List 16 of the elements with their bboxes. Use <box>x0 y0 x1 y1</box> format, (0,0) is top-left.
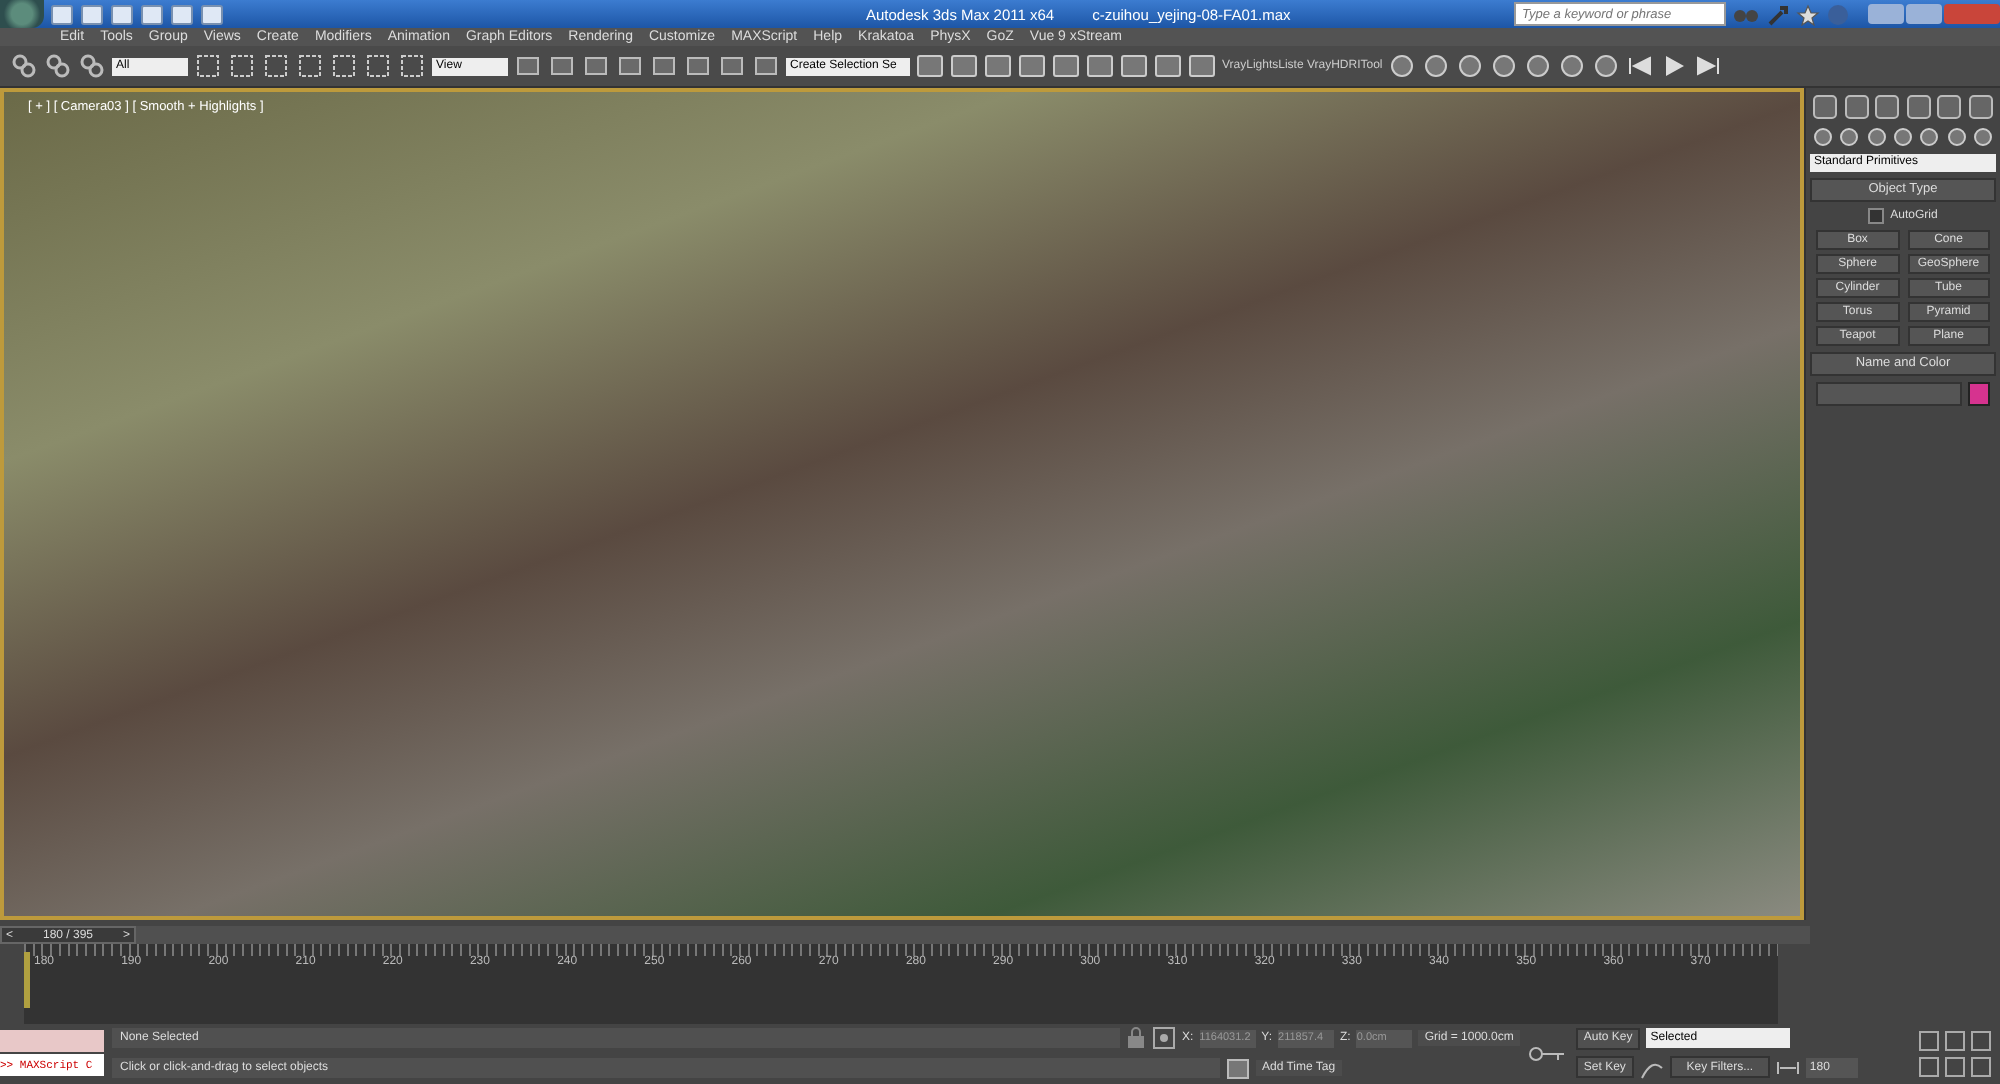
play-icon[interactable] <box>1660 52 1689 80</box>
lock-icon[interactable] <box>1126 1026 1146 1050</box>
bind-icon[interactable] <box>78 52 106 80</box>
color-swatch[interactable] <box>1968 382 1990 406</box>
select-object-icon[interactable] <box>194 52 222 80</box>
go-to-end-icon[interactable] <box>1694 52 1723 80</box>
star-icon[interactable] <box>1796 3 1820 25</box>
name-field[interactable] <box>1816 382 1962 406</box>
current-frame-marker <box>24 952 30 1008</box>
maxscript-listener-field[interactable] <box>0 1030 104 1052</box>
link-icon[interactable] <box>10 52 38 80</box>
absolute-mode-icon[interactable] <box>1152 1026 1176 1050</box>
unlink-icon[interactable] <box>44 52 72 80</box>
key-icon[interactable] <box>1527 1041 1568 1065</box>
checkbox[interactable] <box>1868 208 1885 224</box>
go-to-start-icon[interactable] <box>1626 52 1655 80</box>
